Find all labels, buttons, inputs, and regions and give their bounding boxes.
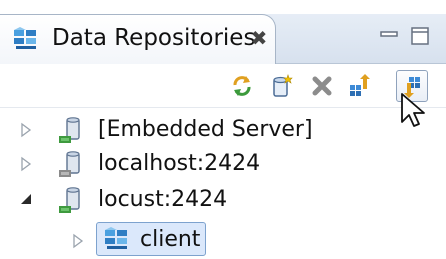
database-server-icon: [59, 117, 80, 143]
tree-item[interactable]: [Embedded Server]: [0, 112, 446, 148]
repository-icon: [105, 227, 127, 249]
view-tab-bar: Data Repositories ✖: [0, 14, 446, 64]
database-server-icon: [59, 151, 80, 177]
tree-item[interactable]: locust:2424: [0, 182, 446, 218]
tree-item[interactable]: localhost:2424: [0, 146, 446, 182]
expand-arrow-icon[interactable]: [18, 120, 34, 140]
tree-item-label: client: [140, 227, 201, 252]
tree-item-label: locust:2424: [98, 187, 228, 212]
tree-item-label: localhost:2424: [98, 151, 261, 176]
tree-item-label: [Embedded Server]: [98, 117, 313, 142]
tab-data-repositories[interactable]: Data Repositories ✖: [0, 14, 276, 64]
repository-tree: [Embedded Server] localhost:2424 locust:…: [0, 110, 446, 259]
delete-button[interactable]: [306, 70, 338, 102]
database-server-icon: [59, 187, 80, 213]
delete-icon: [312, 76, 332, 96]
collapse-arrow-icon[interactable]: [18, 190, 34, 210]
refresh-icon: [233, 76, 251, 96]
new-repository-button[interactable]: [266, 70, 298, 102]
data-repositories-view: Data Repositories ✖ [Embedded Server] lo…: [0, 0, 446, 259]
import-button[interactable]: [344, 70, 376, 102]
maximize-icon[interactable]: [410, 26, 432, 46]
minimize-icon[interactable]: [379, 26, 401, 46]
import-icon: [350, 74, 370, 96]
refresh-button[interactable]: [226, 70, 258, 102]
new-repository-icon: [273, 74, 293, 97]
expand-arrow-icon[interactable]: [18, 154, 34, 174]
top-strip: [0, 0, 446, 14]
data-repositories-icon: [14, 27, 36, 49]
tab-close-icon[interactable]: ✖: [248, 25, 270, 51]
tab-title: Data Repositories: [52, 25, 256, 51]
view-toolbar: [0, 64, 446, 108]
mouse-cursor-icon: [401, 93, 425, 127]
expand-arrow-icon[interactable]: [70, 231, 86, 251]
tree-item-child[interactable]: client: [0, 222, 446, 258]
